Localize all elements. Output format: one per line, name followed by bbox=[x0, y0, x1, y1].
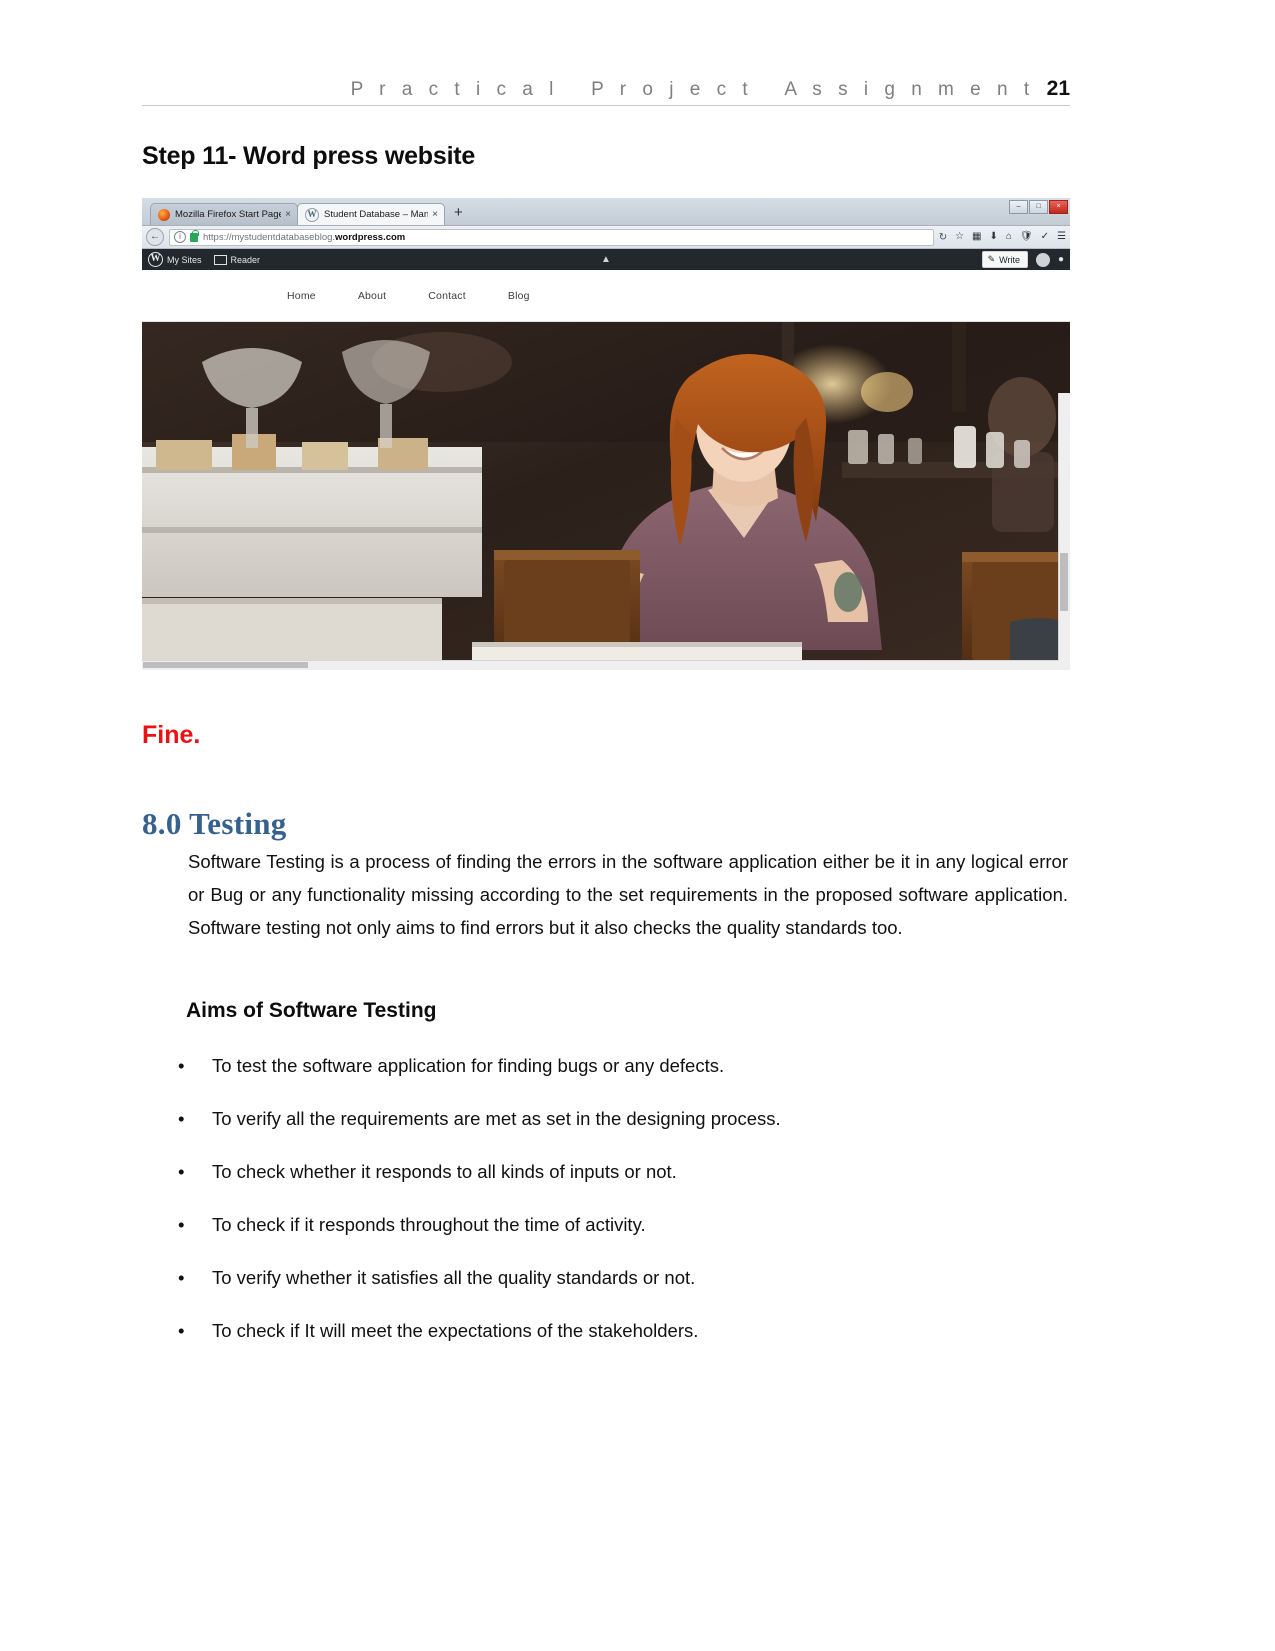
firefox-icon bbox=[158, 208, 170, 221]
reload-icon[interactable]: ↻ bbox=[939, 232, 947, 243]
star-icon[interactable]: ☆ bbox=[955, 232, 964, 242]
pocket-icon[interactable]: ✓ bbox=[1041, 232, 1049, 242]
nav-item-about[interactable]: About bbox=[358, 290, 386, 302]
write-label: Write bbox=[999, 254, 1020, 265]
page-header: P r a c t i c a l P r o j e c t A s s i … bbox=[142, 62, 1070, 106]
back-arrow-icon[interactable]: ← bbox=[146, 228, 164, 246]
reader-label: Reader bbox=[230, 254, 261, 265]
admin-bar-my-sites[interactable]: W My Sites bbox=[148, 252, 202, 267]
bullet-marker-icon: • bbox=[178, 1214, 185, 1235]
scrollbar-thumb[interactable] bbox=[1060, 553, 1068, 611]
bullet-marker-icon: • bbox=[178, 1267, 185, 1288]
list-item: • To verify whether it satisfies all the… bbox=[174, 1265, 1054, 1318]
step-heading: Step 11- Word press website bbox=[142, 142, 476, 170]
list-item-text: To check if it responds throughout the t… bbox=[212, 1214, 646, 1235]
new-tab-button[interactable]: + bbox=[454, 205, 463, 220]
close-window-button[interactable]: × bbox=[1049, 200, 1068, 214]
browser-toolbar-icons: ☆ ▦ ⬇ ⌂ 🛡 ✓ ☰ bbox=[952, 232, 1066, 242]
list-item-text: To verify whether it satisfies all the q… bbox=[212, 1267, 696, 1288]
reader-icon bbox=[213, 254, 227, 265]
list-item-text: To check whether it responds to all kind… bbox=[212, 1161, 677, 1182]
write-button[interactable]: ✎ Write bbox=[981, 251, 1028, 268]
list-item: • To check if It will meet the expectati… bbox=[174, 1318, 1054, 1371]
page-number: 21 bbox=[1046, 77, 1070, 100]
tab-label: Student Database – Manage bbox=[324, 209, 429, 220]
list-item: • To test the software application for f… bbox=[174, 1053, 1054, 1106]
home-icon[interactable]: ⌂ bbox=[1006, 232, 1012, 242]
notifications-icon[interactable]: ● bbox=[1058, 254, 1064, 265]
list-item: • To check if it responds throughout the… bbox=[174, 1212, 1054, 1265]
bullet-marker-icon: • bbox=[178, 1108, 185, 1129]
maximize-button[interactable]: □ bbox=[1029, 200, 1048, 214]
close-icon[interactable]: × bbox=[432, 209, 438, 220]
wordpress-admin-bar: W My Sites Reader ▲ ✎ Write ● bbox=[142, 249, 1070, 270]
menu-icon[interactable]: ☰ bbox=[1057, 232, 1066, 242]
bullet-marker-icon: • bbox=[178, 1055, 185, 1076]
close-icon[interactable]: × bbox=[285, 209, 291, 220]
browser-tab-firefox-start[interactable]: Mozilla Firefox Start Page × bbox=[150, 203, 298, 225]
list-item: • To check whether it responds to all ki… bbox=[174, 1159, 1054, 1212]
hero-photo-graphic bbox=[142, 322, 1070, 670]
wordpress-icon: W bbox=[305, 207, 319, 222]
list-item-text: To test the software application for fin… bbox=[212, 1055, 725, 1076]
list-item-text: To verify all the requirements are met a… bbox=[212, 1108, 781, 1129]
scrollbar-thumb[interactable] bbox=[143, 662, 308, 668]
nav-item-home[interactable]: Home bbox=[287, 290, 316, 302]
url-domain: wordpress.com bbox=[335, 231, 406, 243]
bullet-marker-icon: • bbox=[178, 1161, 185, 1182]
address-input[interactable]: i https://mystudentdatabaseblog. wordpres… bbox=[169, 228, 934, 246]
window-controls: – □ × bbox=[1009, 200, 1068, 214]
section-paragraph: Software Testing is a process of finding… bbox=[188, 851, 1068, 938]
browser-horizontal-scrollbar[interactable] bbox=[142, 660, 1059, 670]
header-title: P r a c t i c a l P r o j e c t A s s i … bbox=[350, 79, 1035, 100]
collapse-caret-icon[interactable]: ▲ bbox=[601, 254, 611, 265]
fine-note: Fine. bbox=[142, 721, 201, 749]
wordpress-logo-icon: W bbox=[148, 252, 163, 267]
url-prefix: https://mystudentdatabaseblog. bbox=[203, 231, 336, 243]
nav-item-contact[interactable]: Contact bbox=[428, 290, 466, 302]
info-icon[interactable]: i bbox=[174, 231, 186, 243]
list-item: • To verify all the requirements are met… bbox=[174, 1106, 1054, 1159]
site-navigation: Home About Contact Blog bbox=[142, 270, 1070, 322]
lock-icon bbox=[190, 229, 199, 242]
hero-photo bbox=[142, 322, 1070, 670]
browser-url-bar: ← i https://mystudentdatabaseblog. wordpr… bbox=[142, 226, 1070, 249]
admin-bar-reader[interactable]: Reader bbox=[213, 254, 261, 265]
browser-tab-student-database[interactable]: W Student Database – Manage × bbox=[297, 203, 445, 225]
list-item-text: To check if It will meet the expectation… bbox=[212, 1320, 699, 1341]
nav-item-blog[interactable]: Blog bbox=[508, 290, 530, 302]
bullet-marker-icon: • bbox=[178, 1320, 185, 1341]
aims-bullet-list: • To test the software application for f… bbox=[174, 1053, 1054, 1371]
library-icon[interactable]: ▦ bbox=[972, 232, 981, 242]
avatar[interactable] bbox=[1035, 252, 1050, 267]
browser-tab-strip: Mozilla Firefox Start Page × W Student D… bbox=[142, 198, 1070, 226]
browser-screenshot-figure: Mozilla Firefox Start Page × W Student D… bbox=[142, 198, 1070, 696]
shield-icon[interactable]: 🛡 bbox=[1020, 232, 1033, 242]
minimize-button[interactable]: – bbox=[1009, 200, 1028, 214]
section-heading-testing: 8.0 Testing bbox=[142, 806, 287, 841]
download-icon[interactable]: ⬇ bbox=[990, 232, 998, 242]
aims-subheading: Aims of Software Testing bbox=[186, 999, 437, 1022]
tab-label: Mozilla Firefox Start Page bbox=[175, 209, 282, 220]
pencil-icon: ✎ bbox=[987, 254, 996, 264]
document-page: P r a c t i c a l P r o j e c t A s s i … bbox=[0, 0, 1275, 1651]
browser-vertical-scrollbar[interactable] bbox=[1058, 393, 1070, 670]
my-sites-label: My Sites bbox=[167, 254, 202, 265]
